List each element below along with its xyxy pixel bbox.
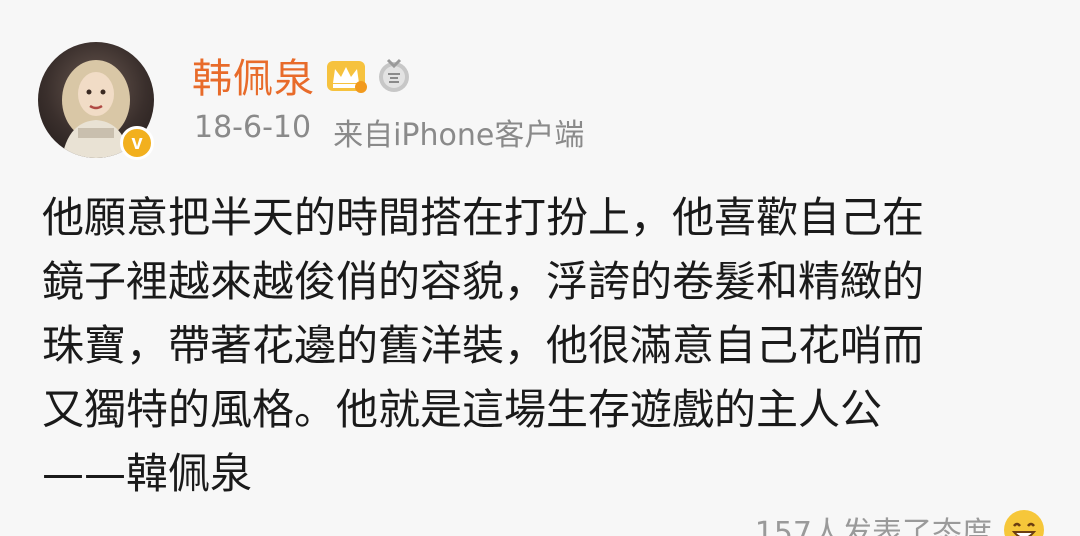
weibo-post: v 韩佩泉 18-6-10 来自iPhone客户端 他願意把半天的時間搭在打扮上… (0, 0, 1080, 536)
laughing-emoji-icon[interactable] (1004, 510, 1044, 536)
author-row: 韩佩泉 (192, 48, 413, 102)
content-line: 珠寶，帶著花邊的舊洋裝，他很滿意自己花哨而 (42, 321, 925, 370)
post-meta: 18-6-10 来自iPhone客户端 (194, 110, 584, 154)
reaction-summary[interactable]: 157人发表了态度 (755, 508, 1044, 536)
author-name[interactable]: 韩佩泉 (192, 46, 315, 104)
avatar-container[interactable]: v (38, 42, 158, 162)
verified-badge-icon: v (120, 126, 154, 160)
post-content: 他願意把半天的時間搭在打扮上，他喜歡自己在 鏡子裡越來越俊俏的容貌，浮誇的卷髮和… (42, 186, 1042, 506)
crown-vip-icon[interactable] (325, 55, 367, 95)
content-line: ——韓佩泉 (42, 449, 253, 498)
reaction-count-text[interactable]: 157人发表了态度 (755, 508, 992, 536)
content-line: 鏡子裡越來越俊俏的容貌，浮誇的卷髮和精緻的 (42, 257, 925, 306)
post-source: 来自iPhone客户端 (333, 118, 585, 153)
content-line: 他願意把半天的時間搭在打扮上，他喜歡自己在 (42, 193, 925, 242)
level-medal-icon[interactable] (375, 56, 413, 94)
content-line: 又獨特的風格。他就是這場生存遊戲的主人公 (42, 385, 883, 434)
post-timestamp[interactable]: 18-6-10 (194, 110, 311, 154)
